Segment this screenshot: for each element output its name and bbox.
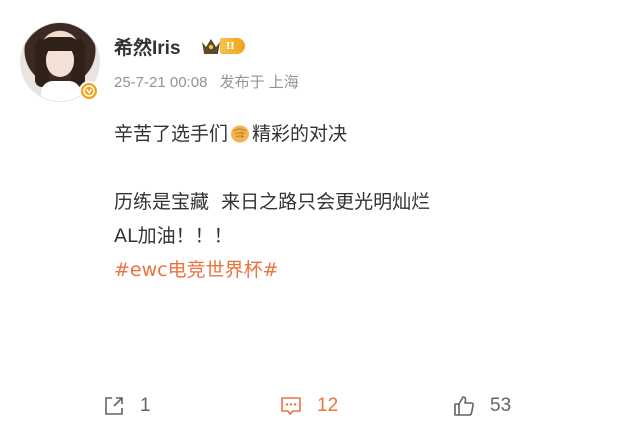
avatar-clothing <box>41 81 81 101</box>
post-location: 发布于 上海 <box>219 74 299 91</box>
content-line: AL加油！！！ <box>114 225 233 247</box>
username[interactable]: 希然Iris <box>114 33 181 60</box>
comment-icon <box>281 397 301 415</box>
post-content: 辛苦了选手们 精彩的对决 历练是宝藏 来日之路只会更光明灿烂 AL加油！！！ #… <box>114 117 430 287</box>
crown-icon <box>202 39 220 54</box>
v-badge-icon <box>79 81 99 101</box>
hashtag-link[interactable]: #ewc电竞世界杯# <box>114 253 430 287</box>
post-meta: 25-7-21 00:08 发布于 上海 <box>114 71 299 92</box>
share-count: 1 <box>140 395 151 416</box>
like-count: 53 <box>490 395 512 416</box>
fist-emoji-icon <box>231 125 250 143</box>
action-bar: 1 12 53 <box>0 388 637 424</box>
content-line: 历练是宝藏 来日之路只会更光明灿烂 <box>114 191 431 213</box>
content-text: 辛苦了选手们 <box>114 123 229 145</box>
like-button[interactable]: 53 <box>452 388 511 424</box>
content-text: 精彩的对决 <box>252 123 348 145</box>
thumbs-up-icon <box>454 396 474 416</box>
comment-button[interactable]: 12 <box>279 388 338 424</box>
comment-count: 12 <box>317 395 339 416</box>
level-label: II <box>220 38 245 54</box>
content-line: 辛苦了选手们 精彩的对决 <box>114 117 430 151</box>
avatar-bangs <box>41 37 79 51</box>
share-icon <box>105 397 123 415</box>
level-badge[interactable]: II <box>200 36 245 56</box>
post-time[interactable]: 25-7-21 00:08 <box>114 74 207 91</box>
share-button[interactable]: 1 <box>102 388 151 424</box>
